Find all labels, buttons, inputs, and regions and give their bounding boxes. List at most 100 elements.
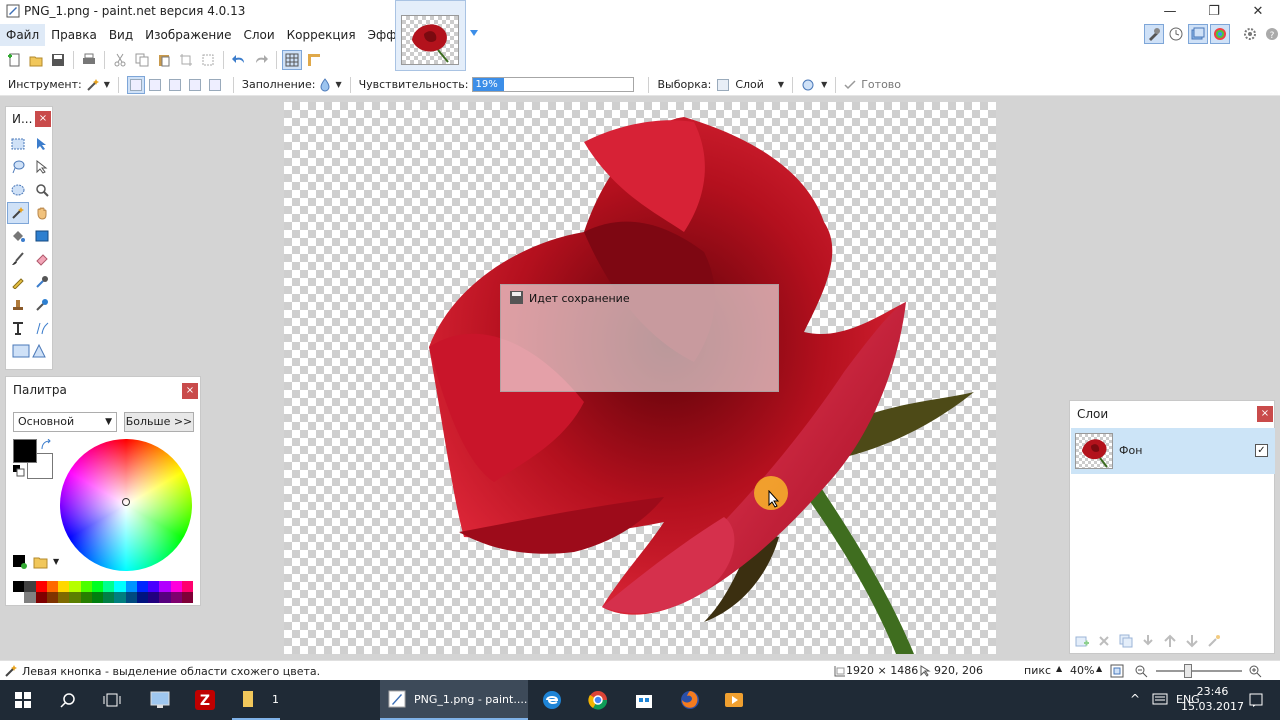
tool-move-selected[interactable] [31, 156, 53, 178]
zoom-in-icon[interactable] [1248, 664, 1262, 678]
palette-swatch[interactable] [69, 581, 81, 592]
taskbar-app-monitor[interactable] [138, 680, 182, 720]
layer-sampling-option[interactable]: Слой [735, 78, 764, 91]
system-clock[interactable]: 23:46 15.03.2017 [1181, 684, 1244, 714]
zoom-out-icon[interactable] [1134, 664, 1148, 678]
palette-swatch[interactable] [181, 592, 193, 603]
done-button[interactable]: Готово [861, 78, 901, 91]
menu-adjustments[interactable]: Коррекция [281, 24, 362, 46]
palette-swatch[interactable] [170, 592, 182, 603]
minimize-button[interactable]: — [1148, 0, 1192, 22]
magic-wand-icon[interactable] [86, 78, 100, 92]
palette-swatch[interactable] [46, 581, 58, 592]
antialias-dropdown-arrow-icon[interactable]: ▼ [821, 80, 827, 89]
image-tab-png1[interactable] [395, 0, 466, 71]
add-layer-button[interactable] [1074, 633, 1090, 649]
zoom-slider-track[interactable] [1156, 670, 1242, 672]
start-button[interactable] [0, 680, 46, 720]
palette-swatch[interactable] [80, 592, 92, 603]
palette-swatch[interactable] [13, 592, 25, 603]
deselect-button[interactable] [198, 50, 218, 70]
primary-color-swatch[interactable] [13, 439, 37, 463]
open-button[interactable] [26, 50, 46, 70]
tool-magic-wand[interactable] [7, 202, 29, 224]
zoom-to-window-icon[interactable] [1110, 664, 1124, 678]
tool-paint-bucket[interactable] [7, 225, 29, 247]
tools-panel-close-button[interactable]: × [35, 111, 51, 127]
help-button[interactable]: ? [1262, 24, 1280, 44]
history-window-toggle[interactable] [1166, 24, 1186, 44]
palette-swatch[interactable] [69, 592, 81, 603]
palette-swatch[interactable] [159, 592, 171, 603]
palette-swatch[interactable] [159, 581, 171, 592]
tools-window-toggle[interactable] [1144, 24, 1164, 44]
merge-layer-down-button[interactable] [1140, 633, 1156, 649]
palette-swatch[interactable] [58, 592, 70, 603]
palette-swatch[interactable] [103, 581, 115, 592]
delete-layer-button[interactable] [1096, 633, 1112, 649]
tool-eraser[interactable] [31, 248, 53, 270]
redo-button[interactable] [251, 50, 271, 70]
taskbar-app-explorer[interactable]: 1 [232, 680, 280, 720]
palette-swatch[interactable] [148, 581, 160, 592]
zoom-dropdown-arrow-icon[interactable]: ▲ [1096, 664, 1102, 673]
tool-pan[interactable] [31, 202, 53, 224]
palette-swatch[interactable] [58, 581, 70, 592]
tool-pencil[interactable] [7, 271, 29, 293]
tool-recolor[interactable] [31, 294, 53, 316]
copy-button[interactable] [132, 50, 152, 70]
reset-colors-icon[interactable] [13, 465, 25, 477]
tool-lasso-select[interactable] [7, 156, 29, 178]
zoom-slider-thumb[interactable] [1184, 664, 1192, 678]
sampling-dropdown-arrow-icon[interactable]: ▼ [778, 80, 784, 89]
palette-swatch[interactable] [35, 581, 47, 592]
palette-mode-select[interactable]: Основной ▼ [13, 412, 117, 432]
print-button[interactable] [79, 50, 99, 70]
crop-button[interactable] [176, 50, 196, 70]
palette-swatch[interactable] [91, 581, 103, 592]
duplicate-layer-button[interactable] [1118, 633, 1134, 649]
restore-button[interactable]: ❐ [1192, 0, 1236, 22]
selection-mode-union[interactable] [145, 76, 165, 94]
selection-mode-replace[interactable] [126, 75, 145, 94]
taskbar-app-chrome[interactable] [576, 680, 620, 720]
palette-swatch[interactable] [136, 592, 148, 603]
palette-swatch[interactable] [114, 592, 126, 603]
palette-swatch[interactable] [13, 581, 25, 592]
menu-edit[interactable]: Правка [45, 24, 103, 46]
tool-move-selection[interactable] [31, 133, 53, 155]
tool-clone-stamp[interactable] [7, 294, 29, 316]
show-hidden-icons-chevron-icon[interactable]: ^ [1130, 692, 1140, 706]
layer-properties-button[interactable] [1206, 633, 1222, 649]
selection-mode-exclude[interactable] [165, 76, 185, 94]
cut-button[interactable] [110, 50, 130, 70]
palette-swatch[interactable] [125, 581, 137, 592]
close-button[interactable]: ✕ [1236, 0, 1280, 22]
action-center-icon[interactable] [1248, 692, 1264, 708]
palette-swatch[interactable] [35, 592, 47, 603]
units-select[interactable]: пикс [1024, 664, 1051, 677]
add-to-palette-icon[interactable] [13, 555, 27, 569]
menu-view[interactable]: Вид [103, 24, 139, 46]
layer-row-background[interactable]: Фон ✓ [1071, 428, 1275, 474]
flood-mode-icon[interactable] [319, 77, 331, 92]
palette-swatch[interactable] [136, 581, 148, 592]
palette-swatch[interactable] [103, 592, 115, 603]
new-image-button[interactable] [4, 50, 24, 70]
palette-swatch[interactable] [24, 581, 36, 592]
tool-zoom[interactable] [31, 179, 53, 201]
fill-dropdown-arrow-icon[interactable]: ▼ [335, 80, 341, 89]
zoom-level[interactable]: 40% [1070, 664, 1094, 677]
notification-message-icon[interactable] [1152, 693, 1168, 707]
taskbar-app-media[interactable] [712, 680, 756, 720]
palette-swatch[interactable] [181, 581, 193, 592]
units-dropdown-arrow-icon[interactable]: ▲ [1056, 664, 1062, 673]
tool-rectangle-select[interactable] [7, 133, 29, 155]
paste-button[interactable] [154, 50, 174, 70]
palette-swatch[interactable] [91, 592, 103, 603]
more-button[interactable]: Больше >> [124, 412, 194, 432]
pixel-grid-toggle[interactable] [282, 50, 302, 70]
palette-swatch[interactable] [80, 581, 92, 592]
menu-image[interactable]: Изображение [139, 24, 237, 46]
layers-panel-close-button[interactable]: × [1257, 406, 1273, 422]
